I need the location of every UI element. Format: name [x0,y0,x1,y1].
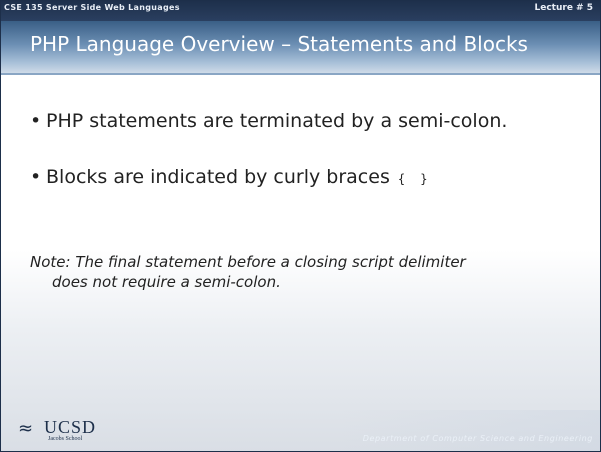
bullet-item: • Blocks are indicated by curly braces { } [30,166,432,188]
slide: CSE 135 Server Side Web Languages Lectur… [0,0,601,452]
bullet-marker: • [30,166,42,188]
logo-text: UCSD [44,417,97,437]
bullet-item: • PHP statements are terminated by a semi… [30,110,507,132]
title-divider [0,73,601,75]
ucsd-logo: ≈ UCSD Jacobs School [18,414,128,444]
code-braces: { } [397,172,432,186]
lecture-number: Lecture # 5 [534,3,594,13]
note-line: does not require a semi-colon. [52,273,281,291]
note-line: Note: The final statement before a closi… [30,253,466,271]
department-footer: Department of Computer Science and Engin… [362,434,593,443]
logo-subtitle: Jacobs School [48,436,83,442]
bullet-text: PHP statements are terminated by a semi-… [46,110,508,132]
bullet-marker: • [30,110,42,132]
slide-title: PHP Language Overview – Statements and B… [30,32,528,56]
note: Note: The final statement before a closi… [30,252,466,292]
footer-decoration [341,410,601,452]
ucsd-wave-icon: ≈ [18,418,34,439]
course-label: CSE 135 Server Side Web Languages [4,3,180,12]
header-bar: CSE 135 Server Side Web Languages Lectur… [0,0,601,21]
bullet-text: Blocks are indicated by curly braces [46,166,390,188]
